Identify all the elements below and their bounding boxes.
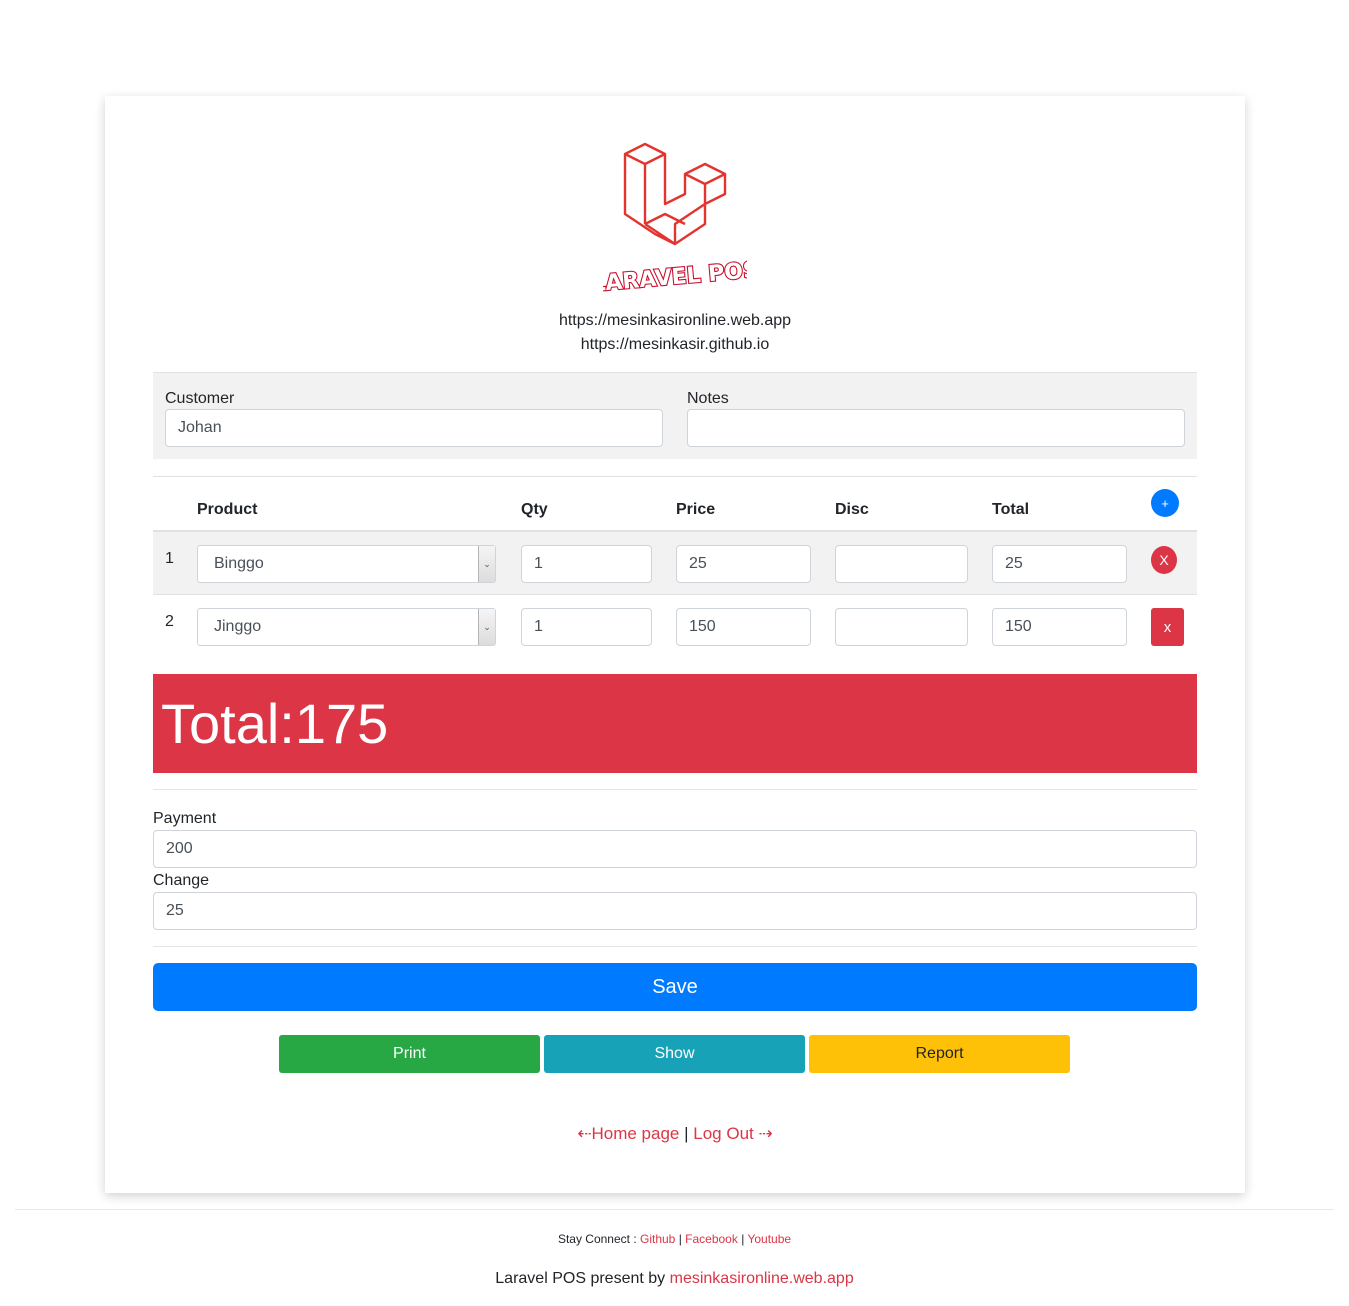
change-input-value: 25 <box>166 902 184 919</box>
qty-input[interactable]: 1 <box>521 545 652 583</box>
laravel-pos-wordmark: LARAVEL POS <box>603 257 747 296</box>
notes-input[interactable] <box>687 409 1185 447</box>
present-link[interactable]: mesinkasironline.web.app <box>670 1270 854 1287</box>
row-number: 1 <box>165 550 174 567</box>
delete-row-button[interactable]: X <box>1151 546 1177 574</box>
table-row: 1 Binggo ⌄ 1 25 25 X <box>153 532 1197 595</box>
total-input[interactable]: 25 <box>992 545 1127 583</box>
github-link[interactable]: Github <box>640 1232 675 1246</box>
qty-value: 1 <box>534 555 543 572</box>
youtube-link[interactable]: Youtube <box>747 1232 791 1246</box>
sign-in-icon: ⇠ <box>577 1124 592 1143</box>
price-input[interactable]: 25 <box>676 545 811 583</box>
disc-input[interactable] <box>835 545 968 583</box>
stay-connect-label: Stay Connect : <box>557 1232 637 1246</box>
total-value: 150 <box>1005 618 1032 635</box>
payment-label: Payment <box>153 810 217 827</box>
save-button[interactable]: Save <box>153 963 1197 1011</box>
nav-links: ⇠Home page | Log Out ⇢ <box>105 1124 1245 1144</box>
customer-label: Customer <box>165 390 235 407</box>
col-price: Price <box>676 501 716 518</box>
svg-text:LARAVEL POS: LARAVEL POS <box>603 258 747 296</box>
customer-info-panel: Customer Johan Notes <box>153 372 1197 459</box>
customer-input-value: Johan <box>178 419 222 436</box>
payment-input-value: 200 <box>166 840 193 857</box>
print-button[interactable]: Print <box>279 1035 540 1073</box>
table-header: Product Qty Price Disc Total + <box>153 476 1197 532</box>
divider <box>153 789 1197 790</box>
product-select-value: Jinggo <box>214 618 262 635</box>
chevron-down-icon: ⌄ <box>478 609 495 645</box>
payment-input[interactable]: 200 <box>153 830 1197 868</box>
present-text: Laravel POS present by <box>495 1270 666 1287</box>
change-label: Change <box>153 872 210 889</box>
report-button[interactable]: Report <box>809 1035 1070 1073</box>
home-link[interactable]: ⇠Home page <box>577 1124 684 1143</box>
present-by: Laravel POS present by mesinkasironline.… <box>0 1270 1349 1288</box>
nav-separator: | <box>684 1124 689 1143</box>
logout-link-label: Log Out <box>693 1124 754 1143</box>
pos-card: LARAVEL POS https://mesinkasironline.web… <box>105 96 1245 1193</box>
site-url-2: https://mesinkasir.github.io <box>580 336 770 353</box>
stay-connect: Stay Connect : Github | Facebook | Youtu… <box>557 1232 792 1246</box>
show-button[interactable]: Show <box>544 1035 805 1073</box>
change-input[interactable]: 25 <box>153 892 1197 930</box>
total-value: 25 <box>1005 555 1023 572</box>
col-total: Total <box>992 501 1030 518</box>
logout-link[interactable]: Log Out ⇢ <box>693 1124 772 1143</box>
qty-value: 1 <box>534 618 543 635</box>
total-label: Total: <box>161 692 295 755</box>
price-input[interactable]: 150 <box>676 608 811 646</box>
sign-out-icon: ⇢ <box>758 1124 773 1143</box>
total-input[interactable]: 150 <box>992 608 1127 646</box>
site-url-1: https://mesinkasironline.web.app <box>558 312 792 329</box>
delete-row-button[interactable]: x <box>1151 608 1184 646</box>
grand-total: 175 <box>294 692 389 755</box>
customer-input[interactable]: Johan <box>165 409 663 447</box>
product-select[interactable]: Jinggo ⌄ <box>197 608 496 646</box>
facebook-link[interactable]: Facebook <box>685 1232 738 1246</box>
disc-input[interactable] <box>835 608 968 646</box>
add-row-button[interactable]: + <box>1151 489 1179 517</box>
divider <box>153 946 1197 947</box>
qty-input[interactable]: 1 <box>521 608 652 646</box>
product-select[interactable]: Binggo ⌄ <box>197 545 496 583</box>
laravel-logo <box>623 142 727 246</box>
col-disc: Disc <box>835 501 869 518</box>
col-product: Product <box>197 501 258 518</box>
footer-divider <box>15 1209 1334 1210</box>
home-link-label: Home page <box>591 1124 680 1143</box>
notes-label: Notes <box>687 390 729 407</box>
price-value: 25 <box>689 555 707 572</box>
price-value: 150 <box>689 618 716 635</box>
chevron-down-icon: ⌄ <box>478 546 495 582</box>
table-row: 2 Jinggo ⌄ 1 150 150 x <box>153 595 1197 658</box>
product-select-value: Binggo <box>214 555 264 572</box>
col-qty: Qty <box>521 501 548 518</box>
total-banner: Total: 175 <box>153 674 1197 773</box>
row-number: 2 <box>165 613 174 630</box>
